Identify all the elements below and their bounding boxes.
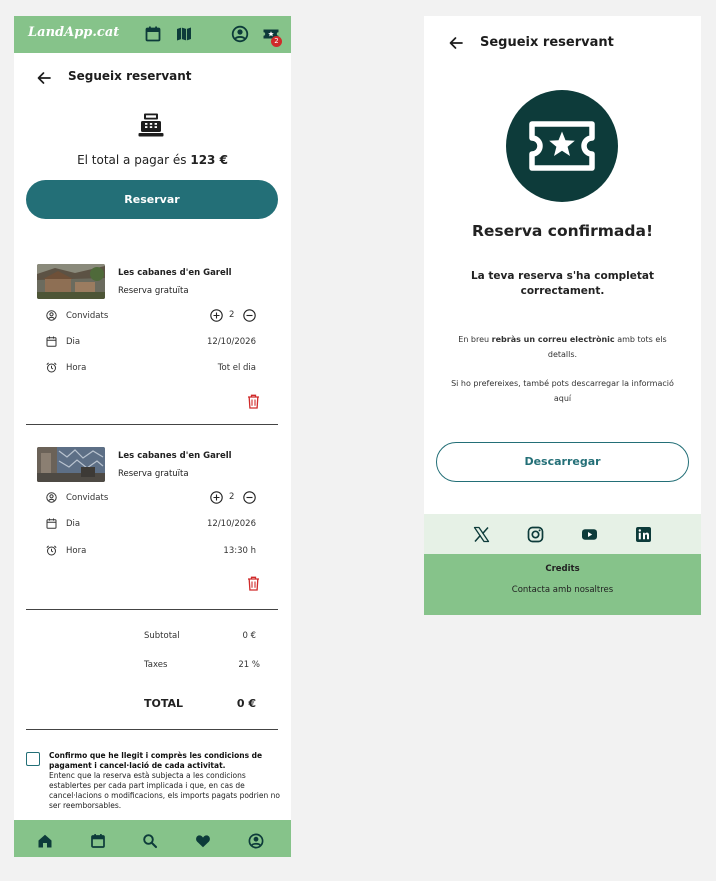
- bottom-navigation: [14, 820, 291, 857]
- top-app-bar: LandApp.cat 2: [14, 16, 291, 53]
- day-value: 12/10/2026: [207, 337, 256, 347]
- divider: [26, 424, 278, 425]
- calendar-icon[interactable]: [90, 833, 106, 849]
- search-icon[interactable]: [142, 833, 158, 849]
- checkout-screen: LandApp.cat 2 Segueix reservant El total…: [14, 16, 291, 857]
- guests-stepper: 2: [210, 309, 256, 322]
- day-label: Dia: [66, 337, 81, 347]
- increase-icon[interactable]: [210, 491, 223, 504]
- delete-trash-icon[interactable]: [247, 394, 260, 409]
- delete-trash-icon[interactable]: [247, 576, 260, 591]
- day-calendar-icon: [46, 518, 57, 529]
- ticket-hero: [506, 90, 618, 202]
- guests-icon: [46, 492, 57, 503]
- confirmation-screen: Segueix reservant Reserva confirmada! La…: [424, 16, 701, 615]
- subtotal-value: 0 €: [242, 631, 256, 641]
- email-info: En breu rebràs un correu electrònic amb …: [446, 332, 679, 362]
- linkedin-icon[interactable]: [635, 526, 652, 543]
- page-title: Segueix reservant: [480, 35, 614, 50]
- credits-link[interactable]: Credits: [424, 564, 701, 574]
- activity-photo: [37, 264, 105, 299]
- user-account-icon[interactable]: [231, 25, 249, 43]
- time-value: 13:30 h: [223, 546, 256, 556]
- activity-photo: [37, 447, 105, 482]
- day-value: 12/10/2026: [207, 519, 256, 529]
- total-to-pay: El total a pagar és 123 €: [14, 153, 291, 167]
- time-value: Tot el dia: [217, 363, 256, 373]
- guests-stepper: 2: [210, 491, 256, 504]
- guests-label: Convidats: [66, 493, 109, 503]
- social-links: [424, 514, 701, 554]
- decrease-icon[interactable]: [243, 309, 256, 322]
- confirmation-title: Reserva confirmada!: [471, 222, 654, 240]
- home-icon[interactable]: [37, 833, 53, 849]
- divider: [26, 729, 278, 730]
- back-arrow-icon[interactable]: [36, 70, 52, 86]
- email-info-bold: rebràs un correu electrònic: [491, 335, 615, 344]
- time-label: Hora: [66, 363, 87, 373]
- alarm-clock-icon: [46, 362, 57, 373]
- decrease-icon[interactable]: [243, 491, 256, 504]
- page-title: Segueix reservant: [68, 69, 192, 83]
- guests-count: 2: [229, 492, 235, 502]
- cash-register-icon: [138, 113, 164, 137]
- guests-count: 2: [229, 310, 235, 320]
- guests-label: Convidats: [66, 311, 109, 321]
- calendar-icon[interactable]: [144, 25, 162, 43]
- activity-subtitle: Reserva gratuïta: [118, 286, 189, 296]
- grand-total-label: TOTAL: [144, 697, 184, 710]
- grand-total-value: 0 €: [236, 697, 256, 710]
- day-calendar-icon: [46, 336, 57, 347]
- email-info-prefix: En breu: [458, 335, 492, 344]
- guests-icon: [46, 310, 57, 321]
- youtube-icon[interactable]: [581, 526, 598, 543]
- map-icon[interactable]: [175, 25, 193, 43]
- contact-link[interactable]: Contacta amb nosaltres: [424, 585, 701, 595]
- subtotal-label: Subtotal: [144, 631, 180, 641]
- terms-checkbox[interactable]: [26, 752, 40, 766]
- profile-icon[interactable]: [248, 833, 264, 849]
- divider: [26, 609, 278, 610]
- time-label: Hora: [66, 546, 87, 556]
- alarm-clock-icon: [46, 545, 57, 556]
- terms-description: Entenc que la reserva està subjecta a le…: [49, 771, 280, 810]
- activity-title: Les cabanes d'en Garell: [118, 451, 232, 461]
- ticket-count-badge: 2: [271, 36, 282, 47]
- confirmation-subtitle: La teva reserva s'ha completat correctam…: [470, 270, 654, 297]
- taxes-label: Taxes: [144, 660, 168, 670]
- footer: Credits Contacta amb nosaltres: [424, 554, 701, 615]
- instagram-icon[interactable]: [527, 526, 544, 543]
- app-logo[interactable]: LandApp.cat: [28, 25, 119, 40]
- back-arrow-icon[interactable]: [448, 35, 464, 51]
- ticket-star-icon: [529, 121, 595, 171]
- day-label: Dia: [66, 519, 81, 529]
- reserve-button[interactable]: Reservar: [26, 180, 278, 219]
- activity-title: Les cabanes d'en Garell: [118, 268, 232, 278]
- terms-heading: Confirmo que he llegit i comprès les con…: [49, 751, 263, 770]
- x-twitter-icon[interactable]: [473, 526, 490, 543]
- increase-icon[interactable]: [210, 309, 223, 322]
- download-info: Si ho prefereixes, també pots descarrega…: [451, 379, 674, 403]
- total-prefix: El total a pagar és: [77, 153, 191, 167]
- download-button[interactable]: Descarregar: [436, 442, 689, 482]
- activity-subtitle: Reserva gratuïta: [118, 469, 189, 479]
- total-amount: 123 €: [190, 153, 228, 167]
- heart-icon[interactable]: [195, 833, 211, 849]
- taxes-value: 21 %: [238, 660, 260, 670]
